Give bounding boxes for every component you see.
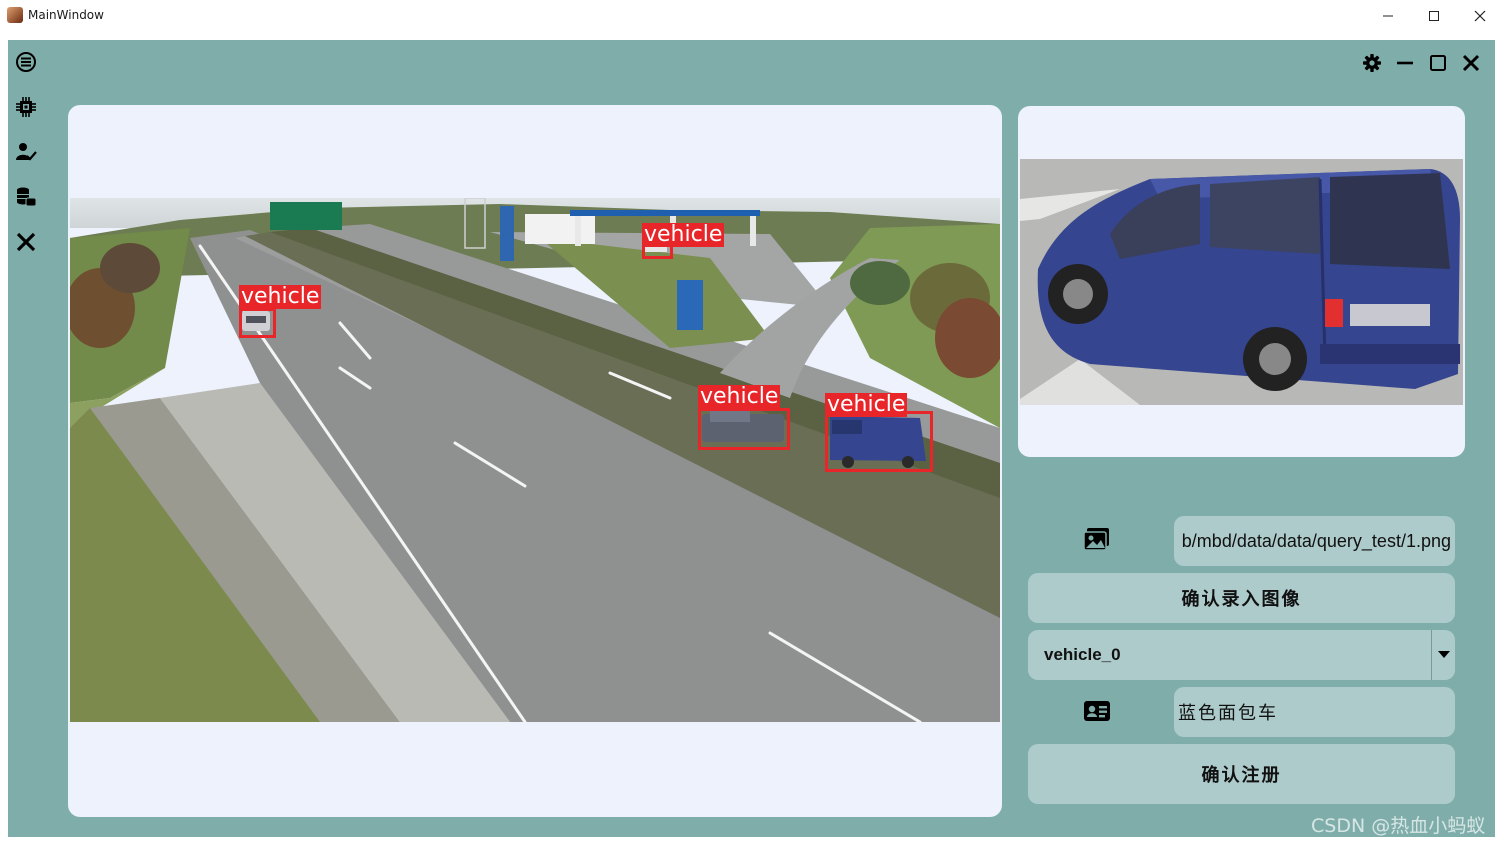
maximize-icon bbox=[1430, 55, 1446, 71]
close-icon bbox=[16, 232, 36, 252]
window-minimize-button[interactable] bbox=[1365, 0, 1411, 32]
detection-label: vehicle bbox=[239, 284, 322, 309]
detection-label: vehicle bbox=[698, 384, 781, 409]
chevron-down-icon[interactable] bbox=[1431, 630, 1455, 680]
dropdown-arrow-icon bbox=[1437, 651, 1450, 658]
image-icon-svg bbox=[1083, 528, 1109, 551]
user-check-icon bbox=[16, 143, 37, 161]
detection-box bbox=[239, 308, 276, 338]
maximize-icon bbox=[1429, 11, 1439, 21]
confirm-register-label: 确认注册 bbox=[1201, 765, 1282, 786]
watermark: CSDN @热血小蚂蚁 bbox=[1311, 815, 1486, 837]
confirm-register-button[interactable]: 确认注册 bbox=[1028, 744, 1455, 804]
app-icon bbox=[7, 7, 23, 23]
window-close-button[interactable] bbox=[1457, 0, 1499, 32]
app-minimize-button[interactable] bbox=[1392, 50, 1418, 76]
minimize-icon bbox=[1383, 15, 1393, 17]
confirm-image-button[interactable]: 确认录入图像 bbox=[1028, 573, 1455, 623]
database-button[interactable] bbox=[14, 185, 38, 209]
database-icon bbox=[17, 187, 37, 207]
id-card-icon bbox=[1084, 700, 1110, 724]
app-maximize-button[interactable] bbox=[1425, 50, 1451, 76]
vehicle-name-text: 蓝色面包车 bbox=[1178, 703, 1278, 724]
image-path-text: b/mbd/data/data/query_test/1.png bbox=[1181, 530, 1451, 551]
menu-button[interactable] bbox=[14, 50, 38, 74]
vehicle-name-field[interactable]: 蓝色面包车 bbox=[1174, 687, 1455, 737]
window-title: MainWindow bbox=[28, 8, 104, 22]
confirm-image-label: 确认录入图像 bbox=[1181, 589, 1302, 610]
gear-icon bbox=[1363, 54, 1381, 72]
detection-label: vehicle bbox=[642, 222, 725, 247]
close-icon bbox=[1474, 10, 1486, 22]
menu-icon bbox=[16, 52, 36, 72]
detection-panel: vehicle vehicle vehicle vehicle bbox=[68, 105, 1002, 817]
detection-label: vehicle bbox=[825, 392, 908, 417]
highway-scene-image: vehicle vehicle vehicle vehicle bbox=[70, 198, 1000, 722]
detection-box bbox=[698, 408, 790, 450]
settings-button[interactable] bbox=[1359, 50, 1385, 76]
detect-button[interactable] bbox=[14, 95, 38, 119]
detect-icon bbox=[16, 97, 36, 117]
id-card-icon-svg bbox=[1084, 701, 1110, 721]
minimize-icon bbox=[1397, 61, 1413, 65]
image-path-field[interactable]: b/mbd/data/data/query_test/1.png bbox=[1174, 516, 1455, 566]
app-close-button[interactable] bbox=[1458, 50, 1484, 76]
register-user-button[interactable] bbox=[14, 140, 38, 164]
image-icon[interactable] bbox=[1083, 526, 1111, 554]
blue-van-image bbox=[1020, 159, 1463, 405]
query-vehicle-image bbox=[1020, 159, 1463, 405]
exit-button[interactable] bbox=[14, 230, 38, 254]
main-window: vehicle vehicle vehicle vehicle b/mbd/da… bbox=[8, 40, 1495, 837]
detection-box bbox=[825, 411, 933, 472]
vehicle-select[interactable]: vehicle_0 bbox=[1028, 630, 1455, 680]
query-image-panel bbox=[1018, 106, 1465, 457]
title-bar: MainWindow bbox=[0, 0, 1499, 32]
window-maximize-button[interactable] bbox=[1411, 0, 1457, 32]
close-icon bbox=[1462, 54, 1480, 72]
vehicle-select-value: vehicle_0 bbox=[1044, 645, 1121, 664]
